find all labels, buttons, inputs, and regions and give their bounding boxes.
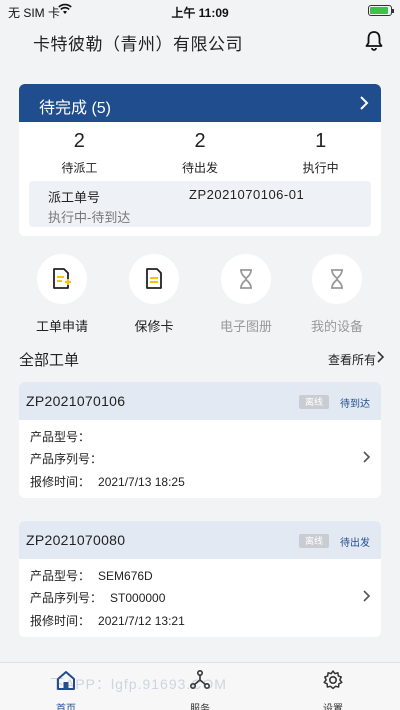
shortcut-row: 工单申请 保修卡 电子图册 我的设备 [0,254,400,334]
tab-bar: 首页 服务 设置 [0,662,400,710]
pending-header[interactable]: 待完成 (5) [19,84,381,122]
stat-label: 执行中 [302,161,339,175]
report-time-row: 报修时间： 2021/7/12 13:21 [30,614,185,628]
bell-icon[interactable] [364,30,384,52]
tab-label: 设置 [323,704,343,710]
pending-stats: 2 待派工 2 待出发 1 执行中 [19,122,381,178]
dispatch-item[interactable]: 派工单号 ZP2021070106-01 执行中-待到达 [29,181,371,227]
tab-label: 首页 [56,704,76,710]
dispatch-status: 执行中-待到达 [48,210,131,225]
order-state: 待出发 [340,538,370,549]
orders-section-header: 全部工单 查看所有 [0,347,400,369]
product-model-row: 产品型号： [30,430,91,444]
stat-count: 2 [73,130,85,152]
stat-count: 1 [315,130,327,152]
dispatch-label: 派工单号 [48,190,101,205]
order-number: ZP2021070106 [26,393,126,409]
hourglass-icon [331,269,343,289]
shortcut-warranty-card[interactable]: 保修卡 [114,254,194,335]
product-serial-row: 产品序列号： ST000000 [30,591,166,605]
clock: 上午 11:09 [171,6,229,20]
shortcut-label: 电子图册 [219,319,272,334]
app-header: 卡特彼勒（青州）有限公司 [0,28,400,54]
company-name: 卡特彼勒（青州）有限公司 [33,35,243,54]
dispatch-number: ZP2021070106-01 [189,187,305,202]
section-title: 全部工单 [19,352,80,369]
tab-home[interactable]: 首页 [36,669,96,710]
order-card[interactable]: ZP2021070080 离线 待出发 产品型号： SEM676D 产品序列号： S… [19,521,381,637]
home-icon [57,671,75,690]
service-icon [189,669,211,690]
product-serial-row: 产品序列号： [30,452,103,466]
chevron-right-icon[interactable] [376,350,386,364]
chevron-right-icon [363,590,371,602]
warranty-card-icon [146,268,162,289]
hourglass-icon [240,269,252,289]
chevron-right-icon [360,96,369,110]
stat-pending-dispatch[interactable]: 2 待派工 [19,122,140,178]
stat-label: 待派工 [61,161,98,175]
shortcut-e-catalog[interactable]: 电子图册 [206,254,286,335]
tab-label: 服务 [190,704,210,710]
shortcut-my-equipment[interactable]: 我的设备 [297,254,377,335]
shortcut-label: 工单申请 [35,319,88,334]
offline-badge: 离线 [299,395,329,409]
stat-label: 待出发 [182,161,219,175]
order-number: ZP2021070080 [26,532,126,548]
order-state: 待到达 [340,399,370,410]
shortcut-label: 我的设备 [310,319,363,334]
pending-card: 待完成 (5) 2 待派工 2 待出发 1 执行中 派工单号 ZP2021070… [19,84,381,236]
shortcut-work-order-apply[interactable]: 工单申请 [22,254,102,335]
shortcut-label: 保修卡 [134,319,174,334]
stat-pending-departure[interactable]: 2 待出发 [140,122,261,178]
battery-icon [368,5,394,16]
order-card[interactable]: ZP2021070106 离线 待到达 产品型号： 产品序列号： 报修时间： 20… [19,382,381,498]
stat-count: 2 [194,130,206,152]
status-bar: 无 SIM 卡 上午 11:09 [0,0,400,22]
chevron-right-icon [363,451,371,463]
report-time-row: 报修时间： 2021/7/13 18:25 [30,475,185,489]
gear-icon [323,670,343,690]
product-model-row: 产品型号： SEM676D [30,569,153,583]
view-all-link[interactable]: 查看所有 [328,351,376,368]
offline-badge: 离线 [299,534,329,548]
tab-settings[interactable]: 设置 [303,669,363,710]
pending-title: 待完成 (5) [39,100,112,117]
tab-service[interactable]: 服务 [170,669,230,710]
stat-in-progress[interactable]: 1 执行中 [260,122,381,178]
work-order-apply-icon [53,268,71,289]
